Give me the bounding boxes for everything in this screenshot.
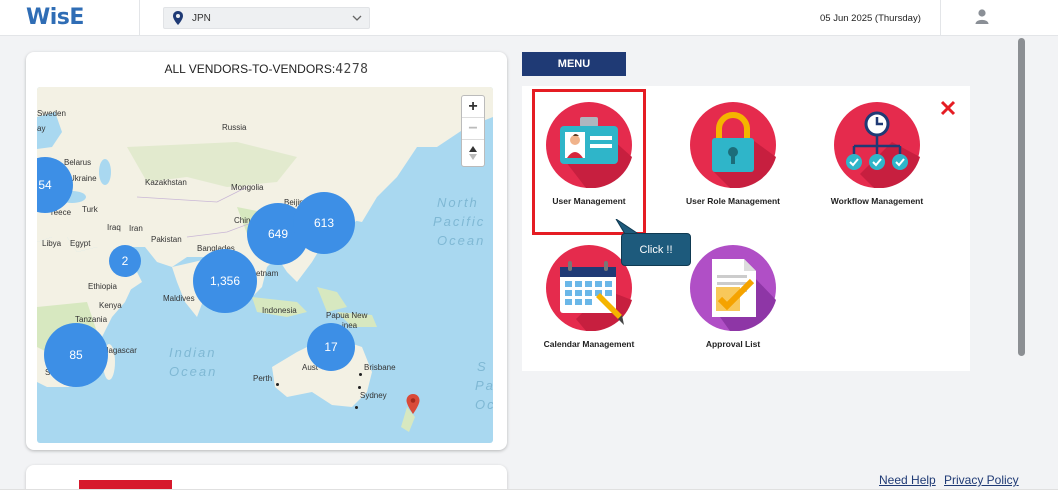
chevron-down-icon: [352, 15, 362, 21]
map-place-label: Maldives: [163, 294, 195, 303]
map-place-label: Sweden: [37, 109, 66, 118]
city-dot: [359, 373, 362, 376]
map-marker-icon[interactable]: [406, 394, 420, 414]
map-place-label: ay: [37, 124, 46, 133]
ocean-label: Ocean: [437, 233, 486, 248]
calendar-icon: [546, 245, 632, 331]
country-select-value: JPN: [192, 12, 211, 24]
vendor-cluster[interactable]: 17: [307, 323, 355, 371]
vendor-cluster[interactable]: 2: [109, 245, 141, 277]
vendor-cluster[interactable]: 85: [44, 323, 108, 387]
selection-highlight: [532, 89, 646, 235]
current-date: 05 Jun 2025 (Thursday): [820, 13, 921, 24]
vendors-map-card: ALL VENDORS-TO-VENDORS:4278 North Pacifi…: [26, 52, 507, 450]
click-hint-callout: Click !!: [621, 233, 691, 266]
ocean-label: Ocean: [169, 364, 218, 379]
zoom-in-button[interactable]: +: [462, 96, 484, 118]
country-select[interactable]: JPN: [163, 7, 370, 29]
map-place-label: Libya: [42, 239, 62, 248]
map-place-label: Iraq: [107, 223, 121, 232]
user-profile-icon[interactable]: [974, 8, 990, 24]
menu-item-label: Workflow Management: [830, 196, 924, 206]
map-place-label: Papua New: [326, 311, 368, 320]
menu-item-workflow-management[interactable]: Workflow Management: [812, 102, 942, 206]
ocean-label: Pa: [475, 378, 493, 393]
map-place-label: Perth: [253, 374, 273, 383]
ocean-label: S: [477, 359, 488, 374]
vendor-count: 4278: [335, 62, 369, 77]
need-help-link[interactable]: Need Help: [879, 473, 936, 487]
map-title: ALL VENDORS-TO-VENDORS:4278: [26, 62, 507, 77]
menu-item-label: Approval List: [705, 339, 761, 349]
location-pin-icon: [173, 11, 183, 25]
scrollbar-thumb[interactable]: [1018, 38, 1025, 356]
map-place-label: Kenya: [99, 301, 122, 310]
compass-north-icon: [469, 146, 477, 160]
header-divider: [940, 0, 941, 36]
approval-document-icon: [690, 245, 776, 331]
map-title-text: ALL VENDORS-TO-VENDORS:: [164, 62, 336, 76]
wise-logo[interactable]: WisE: [26, 5, 84, 30]
menu-item-label: Calendar Management: [543, 339, 635, 349]
map-place-label: Pakistan: [151, 235, 182, 244]
map-place-label: Russia: [222, 123, 247, 132]
city-dot: [358, 386, 361, 389]
ocean-label: Pacific: [433, 214, 486, 229]
reset-north-button[interactable]: [462, 140, 484, 166]
map-place-label: etnam: [256, 269, 279, 278]
ocean-label: Indian: [169, 345, 217, 360]
workflow-icon: [834, 102, 920, 188]
map-place-label: Turk: [82, 205, 98, 214]
map-place-label: Egypt: [70, 239, 91, 248]
close-icon[interactable]: [940, 100, 956, 116]
menu-tab[interactable]: MENU: [522, 52, 626, 76]
menu-item-user-role-management[interactable]: User Role Management: [668, 102, 798, 206]
bottom-strip: [0, 489, 1058, 496]
padlock-icon: [690, 102, 776, 188]
map-place-label: Brisbane: [364, 363, 396, 372]
ocean-label: North: [437, 195, 479, 210]
menu-item-label: User Role Management: [686, 196, 780, 206]
map-place-label: Ukraine: [69, 174, 97, 183]
header-divider: [139, 0, 140, 36]
map-place-label: Indonesia: [262, 306, 297, 315]
privacy-policy-link[interactable]: Privacy Policy: [944, 473, 1019, 487]
vendor-cluster[interactable]: 613: [293, 192, 355, 254]
map-place-label: Sydney: [360, 391, 387, 400]
map-place-label: dagascar: [104, 346, 137, 355]
ocean-label: Oc: [475, 397, 493, 412]
zoom-out-button[interactable]: −: [462, 118, 484, 140]
city-dot: [355, 406, 358, 409]
map-place-label: Belarus: [64, 158, 92, 167]
top-header: WisE JPN 05 Jun 2025 (Thursday): [0, 0, 1058, 36]
map-place-label: Ethiopia: [88, 282, 117, 291]
map-place-label: Mongolia: [231, 183, 264, 192]
map-place-label: Iran: [129, 224, 143, 233]
world-map[interactable]: North Pacific Ocean Indian Ocean S Pa Oc…: [37, 87, 493, 443]
vendor-cluster[interactable]: 1,356: [193, 249, 257, 313]
map-place-label: Kazakhstan: [145, 178, 187, 187]
map-landmass: [37, 87, 493, 432]
map-zoom-controls: + −: [461, 95, 485, 167]
city-dot: [276, 383, 279, 386]
